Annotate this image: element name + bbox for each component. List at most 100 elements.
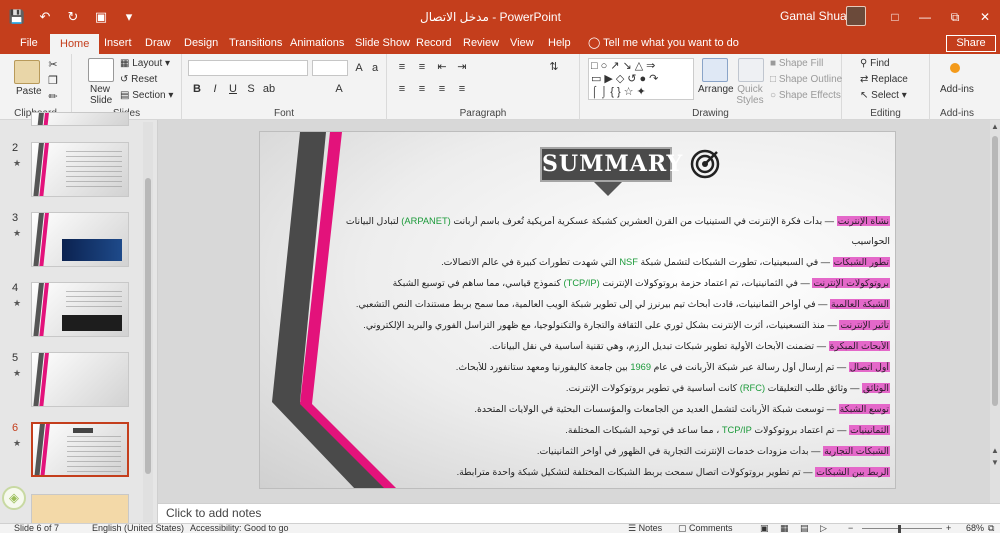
bold-icon[interactable]: B [190, 82, 204, 96]
font-size-combo[interactable] [312, 60, 348, 76]
new-slide-button[interactable]: New Slide [90, 84, 120, 106]
align-left-icon[interactable]: ≡ [395, 82, 409, 96]
reading-view-icon[interactable]: ▤ [800, 524, 809, 533]
format-painter-icon[interactable]: ✏ [46, 90, 60, 104]
zoom-slider[interactable] [862, 528, 942, 529]
redo-icon[interactable]: ↻ [62, 7, 84, 27]
slide-thumbnail-4[interactable] [31, 282, 129, 337]
shadow-icon[interactable]: S [244, 82, 258, 96]
present-icon[interactable]: ▣ [90, 7, 112, 27]
select-button[interactable]: ↖ Select ▾ [860, 90, 907, 101]
text-direction-icon[interactable]: ⇅ [547, 60, 561, 74]
cut-icon[interactable]: ✂ [46, 58, 60, 72]
addins-button[interactable]: Add-ins [940, 84, 974, 95]
section-button[interactable]: ▤ Section ▾ [120, 90, 173, 101]
scrollbar-thumb[interactable] [992, 136, 998, 406]
notes-pane[interactable]: Click to add notes [158, 503, 1000, 523]
notes-placeholder[interactable]: Click to add notes [166, 506, 261, 520]
tab-help[interactable]: Help [548, 34, 571, 54]
drawing-label: Drawing [692, 108, 729, 119]
slide-thumbnail-6[interactable] [31, 422, 129, 477]
next-slide-icon[interactable]: ▼ [990, 458, 1000, 467]
tab-transitions[interactable]: Transitions [229, 34, 282, 54]
zoom-level[interactable]: 68% [966, 524, 984, 533]
arrange-button[interactable]: Arrange [698, 84, 734, 95]
language-status[interactable]: English (United States) [92, 524, 184, 533]
scroll-up-icon[interactable]: ▲ [990, 122, 1000, 131]
normal-view-icon[interactable]: ▣ [760, 524, 769, 533]
tab-insert[interactable]: Insert [104, 34, 132, 54]
tell-me-search[interactable]: ◯ Tell me what you want to do [588, 34, 739, 54]
tab-draw[interactable]: Draw [145, 34, 171, 54]
thumbnail-scrollbar[interactable] [143, 122, 153, 522]
find-button[interactable]: ⚲ Find [860, 58, 890, 69]
grow-font-icon[interactable]: A [352, 61, 366, 75]
prev-slide-icon[interactable]: ▲ [990, 446, 1000, 455]
quick-styles-button[interactable]: Quick Styles [732, 84, 768, 106]
layout-button[interactable]: ▦ Layout ▾ [120, 58, 170, 69]
current-slide[interactable]: SUMMARY نشأة الإنترنت — بدأت فكرة الإنتر… [259, 131, 896, 489]
customize-icon[interactable]: ▾ [118, 7, 140, 27]
tab-review[interactable]: Review [463, 34, 499, 54]
comments-toggle[interactable]: ▢ Comments [678, 524, 733, 533]
italic-icon[interactable]: I [208, 82, 222, 96]
minimize-icon[interactable]: — [910, 0, 940, 34]
avatar[interactable] [846, 6, 866, 26]
tab-design[interactable]: Design [184, 34, 218, 54]
tab-view[interactable]: View [510, 34, 534, 54]
numbering-icon[interactable]: ≡ [415, 60, 429, 74]
close-icon[interactable]: ✕ [970, 0, 1000, 34]
tab-record[interactable]: Record [416, 34, 451, 54]
slide-thumbnail-3[interactable] [31, 212, 129, 267]
fit-slide-icon[interactable]: ⧉ [988, 524, 994, 533]
tab-slide-show[interactable]: Slide Show [355, 34, 410, 54]
increase-indent-icon[interactable]: ⇥ [455, 60, 469, 74]
shape-fill-button[interactable]: ■ Shape Fill [770, 58, 823, 69]
strikethrough-icon[interactable]: ab [262, 82, 276, 96]
decrease-indent-icon[interactable]: ⇤ [435, 60, 449, 74]
shape-outline-button[interactable]: □ Shape Outline [770, 74, 842, 85]
scrollbar-thumb[interactable] [145, 178, 151, 474]
share-button[interactable]: Share [946, 35, 996, 52]
tab-home[interactable]: Home [50, 34, 100, 54]
slide-scrollbar[interactable]: ▲ ▲ ▼ [990, 120, 1000, 503]
new-slide-icon[interactable] [88, 58, 114, 82]
shapes-gallery[interactable]: □○↗↘△⇒ ▭▶◇↺●↷ ⌠⌡{}☆✦ [588, 58, 694, 100]
addins-icon[interactable] [950, 63, 960, 73]
summary-row: تأثير الإنترنت — منذ التسعينيات، أثرت ال… [363, 320, 890, 330]
accessibility-status[interactable]: Accessibility: Good to go [190, 524, 289, 533]
restore-icon[interactable]: ⧉ [940, 0, 970, 34]
font-color-icon[interactable]: A [332, 82, 346, 96]
slide-sorter-icon[interactable]: ▦ [780, 524, 789, 533]
zoom-in-icon[interactable]: + [946, 524, 951, 533]
shape-effects-button[interactable]: ○ Shape Effects [770, 90, 841, 101]
slide-thumbnail-7[interactable] [31, 494, 129, 524]
copy-icon[interactable]: ❐ [46, 74, 60, 88]
slide-thumbnail-1[interactable] [31, 112, 129, 126]
reset-button[interactable]: ↺ Reset [120, 74, 157, 85]
paste-icon[interactable] [14, 60, 40, 84]
align-right-icon[interactable]: ≡ [435, 82, 449, 96]
save-icon[interactable]: 💾 [6, 7, 28, 27]
font-group: A a B I U S ab A Font [182, 54, 387, 120]
paste-button[interactable]: Paste [16, 86, 42, 97]
font-name-combo[interactable] [188, 60, 308, 76]
bullets-icon[interactable]: ≡ [395, 60, 409, 74]
shrink-font-icon[interactable]: a [368, 61, 382, 75]
underline-icon[interactable]: U [226, 82, 240, 96]
undo-icon[interactable]: ↶ [34, 7, 56, 27]
ribbon-display-icon[interactable]: □ [880, 0, 910, 34]
tab-file[interactable]: File [20, 34, 38, 54]
slide-thumbnail-5[interactable] [31, 352, 129, 407]
zoom-slider-thumb[interactable] [898, 525, 901, 533]
justify-icon[interactable]: ≡ [455, 82, 469, 96]
tab-animations[interactable]: Animations [290, 34, 344, 54]
notes-toggle[interactable]: ☰ Notes [628, 524, 662, 533]
zoom-out-icon[interactable]: − [848, 524, 853, 533]
quick-styles-icon[interactable] [738, 58, 764, 82]
replace-button[interactable]: ⇄ Replace [860, 74, 908, 85]
align-center-icon[interactable]: ≡ [415, 82, 429, 96]
slide-thumbnail-2[interactable] [31, 142, 129, 197]
arrange-icon[interactable] [702, 58, 728, 82]
slideshow-view-icon[interactable]: ▷ [820, 524, 827, 533]
